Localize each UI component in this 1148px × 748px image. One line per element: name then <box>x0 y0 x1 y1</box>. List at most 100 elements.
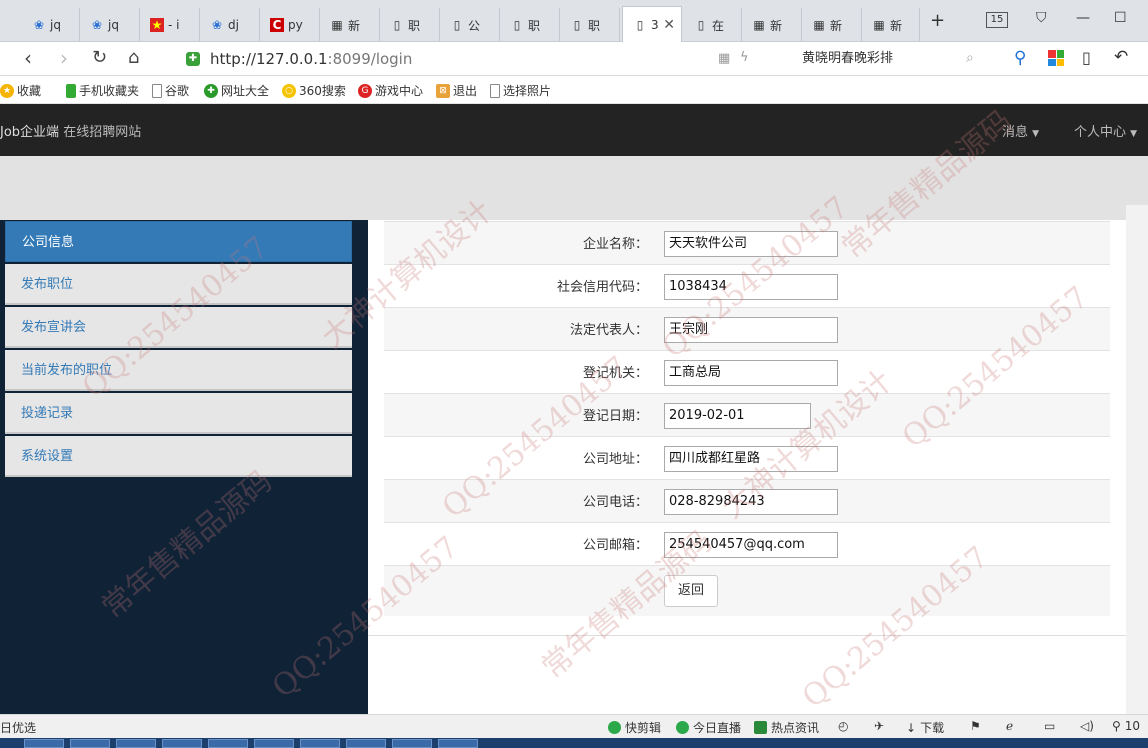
credit-code-field[interactable]: 1038434 <box>664 274 838 300</box>
browser-tab[interactable]: ▯ 在 <box>684 8 742 42</box>
sidebar-item-company-info[interactable]: 公司信息 <box>5 221 352 262</box>
registration-date-field[interactable]: 2019-02-01 <box>664 403 811 429</box>
browser-tab[interactable]: ▦ 新 <box>320 8 380 42</box>
taskbar-item[interactable] <box>70 739 110 748</box>
registration-authority-field[interactable]: 工商总局 <box>664 360 838 386</box>
speed-icon[interactable]: ◴ <box>838 719 848 733</box>
browser-tab[interactable]: ▦ 新 <box>742 8 802 42</box>
form-row: 返回 <box>384 565 1110 616</box>
search-input[interactable]: 黄晓明春晚彩排 <box>790 47 990 71</box>
browser-tab[interactable]: ❀ dj <box>200 8 260 42</box>
field-label: 社会信用代码： <box>556 280 648 295</box>
play-icon <box>608 721 621 734</box>
taskbar-item[interactable] <box>116 739 156 748</box>
grid-icon: ▦ <box>753 18 765 32</box>
back-button[interactable]: 返回 <box>664 575 718 607</box>
taskbar-item[interactable] <box>24 739 64 748</box>
company-name-field[interactable]: 天天软件公司 <box>664 231 838 257</box>
os-taskbar <box>0 738 1148 748</box>
lightning-icon[interactable]: ϟ <box>740 50 749 65</box>
caret-down-icon: ▼ <box>1032 129 1040 139</box>
company-phone-field[interactable]: 028-82984243 <box>664 489 838 515</box>
grid-icon: ▦ <box>331 18 343 32</box>
shirt-icon[interactable]: ⛉ <box>1036 10 1047 26</box>
volume-icon[interactable]: ◁) <box>1080 719 1094 733</box>
browser-tab[interactable]: ▯ 职 <box>380 8 440 42</box>
header-band <box>0 156 1148 220</box>
search-small-icon[interactable]: ⌕ <box>966 50 974 66</box>
browser-tab[interactable]: Cpy <box>260 8 320 42</box>
star-icon: ★ <box>0 83 14 98</box>
status-item[interactable]: 热点资讯 <box>754 719 819 736</box>
browser-tab[interactable]: ▯ 职 <box>560 8 620 42</box>
browser-tab[interactable]: ▯ 职 <box>500 8 560 42</box>
status-item[interactable]: ↓ 下载 <box>906 719 944 736</box>
profile-menu[interactable]: 个人中心 ▼ <box>1074 121 1137 140</box>
ie-icon[interactable]: ℯ <box>1006 719 1013 733</box>
browser-tab[interactable]: ▦ 新 <box>862 8 920 42</box>
qr-icon[interactable]: ▦ <box>718 51 730 66</box>
bookmark-item[interactable]: 手机收藏夹 <box>66 82 139 99</box>
shield-icon: ✚ <box>186 52 200 66</box>
forward-icon[interactable]: › <box>60 48 68 68</box>
tab-count-badge[interactable]: 15 <box>986 12 1008 28</box>
taskbar-item[interactable] <box>438 739 478 748</box>
bookmark-item[interactable]: G 游戏中心 <box>358 82 423 99</box>
undo-icon[interactable]: ↶ <box>1114 47 1128 67</box>
taskbar-item[interactable] <box>254 739 294 748</box>
browser-tab[interactable]: ▦ 新 <box>802 8 862 42</box>
legal-rep-field[interactable]: 王宗刚 <box>664 317 838 343</box>
bookmark-item[interactable]: 选择照片 <box>490 82 551 99</box>
sidebar-item-settings[interactable]: 系统设置 <box>5 436 352 477</box>
pin-icon[interactable]: ✈ <box>874 719 884 733</box>
taskbar-item[interactable] <box>300 739 340 748</box>
bookmark-item[interactable]: ✚ 网址大全 <box>204 82 269 99</box>
close-tab-icon[interactable]: ✕ <box>663 17 675 33</box>
field-label: 法定代表人： <box>569 323 648 338</box>
field-label: 公司邮箱： <box>582 538 648 553</box>
taskbar-item[interactable] <box>346 739 386 748</box>
home-icon[interactable]: ⌂ <box>128 48 139 68</box>
sidebar-item-applications[interactable]: 投递记录 <box>5 393 352 434</box>
phone-icon[interactable]: ▯ <box>1082 48 1091 67</box>
company-info-form: 企业名称： 天天软件公司 社会信用代码： 1038434 法定代表人： 王宗刚 … <box>368 220 1126 636</box>
apps-icon[interactable] <box>1048 50 1064 66</box>
bookmark-item[interactable]: 谷歌 <box>152 82 189 99</box>
new-tab-button[interactable]: + <box>930 10 945 31</box>
zoom-icon: ⚲ <box>1112 719 1121 733</box>
sidebar-item-post-job[interactable]: 发布职位 <box>5 264 352 305</box>
browser-tab[interactable]: ❀ jq <box>80 8 140 42</box>
reload-icon[interactable]: ↻ <box>92 48 107 68</box>
bookmark-item[interactable]: ★ 收藏 <box>0 82 41 99</box>
company-address-field[interactable]: 四川成都红星路 <box>664 446 838 472</box>
bookmark-item[interactable]: ○ 360搜索 <box>282 82 346 99</box>
flag-icon[interactable]: ⚑ <box>970 719 981 733</box>
window-icon[interactable]: ▭ <box>1044 719 1055 733</box>
bookmark-item[interactable]: ⊠ 退出 <box>436 82 477 99</box>
taskbar-item[interactable] <box>162 739 202 748</box>
site-brand[interactable]: Job企业端 在线招聘网站 <box>0 121 141 140</box>
browser-tab[interactable]: ▯ 公 <box>440 8 500 42</box>
browser-tab[interactable]: ★ - i <box>140 8 200 42</box>
search-icon[interactable]: ⚲ <box>1014 48 1026 68</box>
status-item[interactable]: 今日直播 <box>676 719 741 736</box>
page-icon: ▯ <box>393 18 401 32</box>
browser-tab[interactable]: ❀ jq <box>22 8 80 42</box>
field-label: 企业名称： <box>582 237 648 252</box>
taskbar-item[interactable] <box>208 739 248 748</box>
taskbar-item[interactable] <box>392 739 432 748</box>
company-email-field[interactable]: 254540457@qq.com <box>664 532 838 558</box>
sidebar: 公司信息 发布职位 发布宣讲会 当前发布的职位 投递记录 系统设置 <box>0 220 368 714</box>
maximize-icon[interactable]: ☐ <box>1114 10 1127 26</box>
status-item[interactable]: 快剪辑 <box>608 719 661 736</box>
messages-menu[interactable]: 消息 ▼ <box>1002 121 1039 140</box>
minimize-icon[interactable]: — <box>1076 10 1090 26</box>
sidebar-item-current-jobs[interactable]: 当前发布的职位 <box>5 350 352 391</box>
url-field[interactable]: ✚ http://127.0.0.1:8099/login <box>176 47 786 71</box>
paw-icon: ❀ <box>33 18 45 32</box>
back-icon[interactable]: ‹ <box>24 48 32 68</box>
field-label: 公司电话： <box>582 495 648 510</box>
zoom-control[interactable]: ⚲ 10 <box>1112 719 1140 733</box>
browser-tab-active[interactable]: ▯ 3 ✕ <box>622 6 682 42</box>
sidebar-item-post-seminar[interactable]: 发布宣讲会 <box>5 307 352 348</box>
